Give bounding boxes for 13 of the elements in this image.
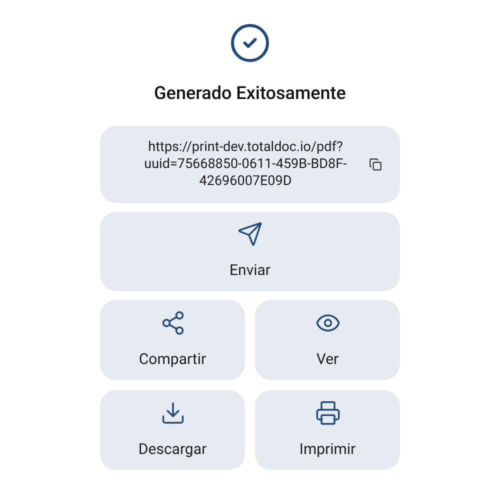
download-icon [160,400,186,426]
send-icon [237,221,263,248]
action-button[interactable]: Imprimir [255,390,400,470]
copy-icon [369,158,382,171]
action-button[interactable]: Ver [255,300,400,380]
action-button[interactable]: Enviar [100,212,400,291]
success-check-icon [229,22,271,64]
printer-icon [314,400,340,426]
action-button[interactable]: Descargar [100,390,245,470]
action-button[interactable]: Compartir [100,300,245,380]
success-title: Generado Exitosamente [154,82,346,106]
share-icon [160,310,186,336]
pdf-url: https://print-dev.totaldoc.io/pdf?uuid=75668850-0611-459B-BD8F-42696007E09D [143,139,348,190]
